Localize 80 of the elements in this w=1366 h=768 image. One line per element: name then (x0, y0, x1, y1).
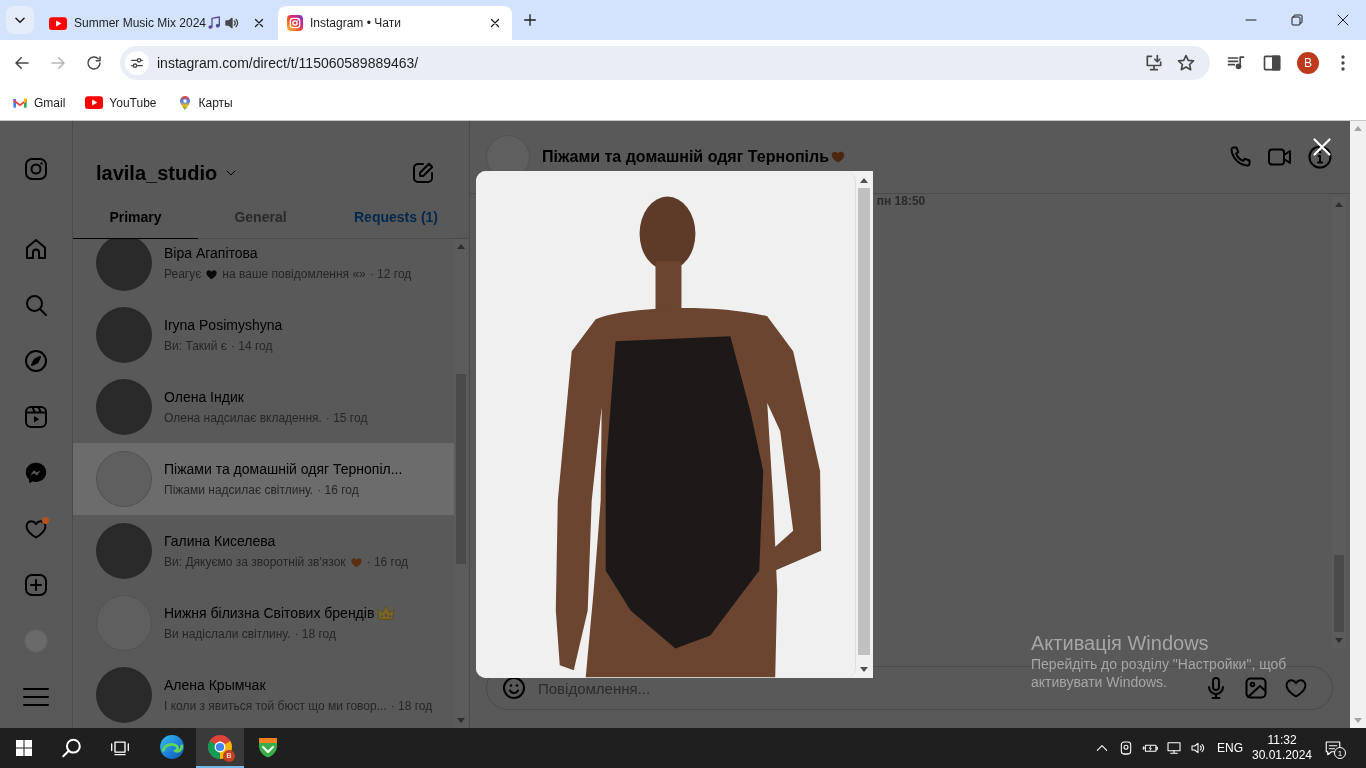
camera-icon (1118, 740, 1134, 756)
avatar (96, 307, 152, 363)
browser-tab[interactable]: Summer Music Mix 2024 (40, 6, 274, 40)
phone-icon (1228, 145, 1252, 169)
music-note-icon (206, 15, 223, 31)
scroll-up-arrow-icon (860, 176, 868, 183)
plus-icon (522, 12, 538, 28)
tab-title: Instagram • Чати (310, 16, 402, 30)
close-icon (1337, 14, 1349, 26)
scroll-down-arrow-icon (1335, 638, 1343, 644)
language-indicator[interactable]: ENG (1210, 728, 1250, 768)
chat-name: Алена Крымчак (164, 676, 266, 694)
avatar (96, 667, 152, 723)
scroll-up-arrow-icon (1354, 125, 1362, 131)
chat-name: Олена Індик (164, 388, 244, 406)
windows-logo-icon (16, 740, 32, 756)
speaker-icon (1190, 740, 1206, 756)
chat-name: Галина Киселева (164, 532, 276, 550)
camera-logo-icon (287, 15, 303, 31)
message-time: · 16 год (317, 482, 359, 498)
play-logo-icon (85, 96, 104, 109)
profile-badge: B (223, 750, 235, 762)
bookmark-link[interactable]: Карты (170, 88, 239, 117)
scroll-up-arrow-icon (1335, 201, 1343, 207)
site-info-button[interactable] (125, 50, 149, 75)
bookmark-link[interactable]: Gmail (6, 88, 72, 117)
play-logo-icon (49, 16, 67, 30)
chat-list-item[interactable]: Піжами та домашній одяг Тернопіл... Піжами надсилає світлину. · 16 год (73, 443, 454, 515)
edit-square-icon (411, 161, 435, 185)
activation-title: Активація Windows (1031, 631, 1209, 655)
browser-tab[interactable]: Instagram • Чати (278, 6, 512, 40)
profile-button[interactable]: B (1297, 51, 1319, 74)
address-bar[interactable]: instagram.com/direct/t/115060589889463/ (120, 45, 1210, 80)
shield-logo-icon (256, 735, 280, 759)
page-scrollbar[interactable] (1350, 121, 1366, 728)
bookmark-link[interactable]: YouTube (79, 88, 163, 117)
account-switcher[interactable]: lavila_studio (96, 161, 238, 185)
notification-count: 1 (1334, 747, 1346, 759)
clock[interactable]: 11:32 30.01.2024 (1250, 728, 1314, 768)
info-icon (1308, 145, 1332, 169)
restore-icon (1291, 14, 1303, 26)
search-icon (61, 737, 83, 759)
reload-icon (85, 53, 103, 72)
taskbar-app[interactable]: B (196, 728, 244, 768)
scrollbar-thumb[interactable] (858, 188, 870, 655)
star-icon (1176, 52, 1196, 73)
tab-search-button[interactable] (6, 6, 34, 34)
chat-name: Iryna Posimyshyna (164, 316, 283, 334)
avatar (96, 239, 152, 291)
activation-message: Перейдіть до розділу "Настройки", щоб (1031, 655, 1287, 673)
heart-icon (1284, 676, 1308, 700)
close-icon (489, 17, 501, 29)
smiley-icon (502, 676, 526, 700)
close-icon (253, 17, 265, 29)
monitor-icon (1166, 740, 1182, 756)
scroll-down-arrow-icon (860, 666, 868, 673)
activation-message: активувати Windows. (1031, 673, 1167, 691)
image-icon (1244, 676, 1268, 700)
tab-title: Summer Music Mix 2024 (74, 16, 207, 30)
chat-name: Піжами та домашній одяг Тернопіл... (164, 460, 403, 478)
notifications-button[interactable]: 1 (1314, 728, 1352, 768)
scroll-down-arrow-icon (457, 718, 465, 724)
chat-name: Віра Агапітова (164, 244, 258, 262)
swirl-logo-icon (159, 734, 185, 760)
scroll-down-arrow-icon (1354, 718, 1362, 724)
speech-bubble-icon (1324, 739, 1342, 757)
avatar (96, 451, 152, 507)
chat-title: Піжами та домашній одяг Тернопіль (542, 148, 829, 166)
url-text: instagram.com/direct/t/115060589889463/ (157, 54, 420, 71)
avatar (96, 523, 152, 579)
crown-emoji-icon (376, 605, 397, 621)
close-icon (1312, 137, 1332, 157)
more-vertical-icon (1341, 54, 1345, 71)
emoji-button[interactable] (501, 675, 527, 701)
scroll-up-arrow-icon (457, 243, 465, 249)
chat-name: Нижня білизна Світових брендів (164, 604, 375, 622)
message-preview: Піжами надсилає світлину. (164, 482, 314, 498)
avatar (96, 379, 152, 435)
circle-logo-icon (207, 734, 233, 760)
monitor-download-icon (1144, 52, 1164, 73)
